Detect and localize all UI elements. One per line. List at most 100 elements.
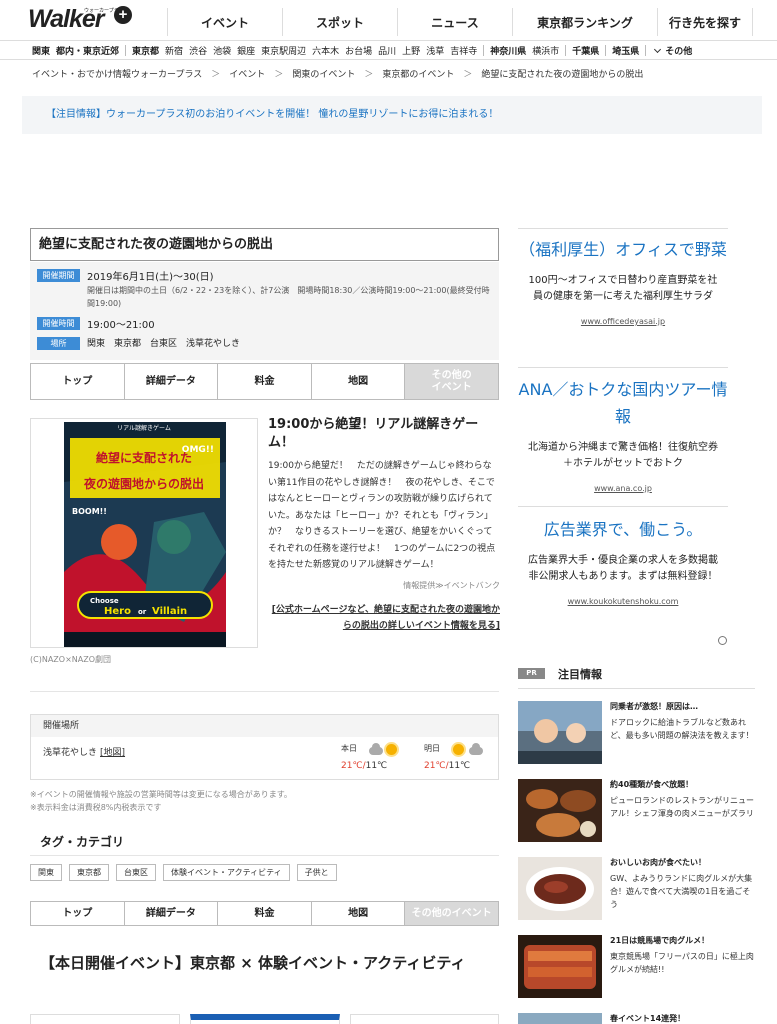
ad-title[interactable]: 広告業界で、働こう。	[518, 516, 728, 543]
ad-ana[interactable]: ANA／おトクな国内ツアー情報 北海道から沖縄まで驚き価格！往復航空券＋ホテルが…	[518, 376, 728, 493]
ad-url[interactable]: www.ana.co.jp	[518, 484, 728, 493]
ad-title[interactable]: （福利厚生）オフィスで野菜	[518, 236, 728, 263]
time-value: 19:00～21:00	[87, 320, 155, 331]
global-nav: イベント スポット ニュース 東京都ランキング 行き先を探す	[167, 8, 753, 36]
poster-villain: Villain	[152, 606, 187, 617]
ad-koukoku[interactable]: 広告業界で、働こう。 広告業界大手・優良企業の求人を多数掲載 非公開求人もありま…	[518, 516, 728, 606]
pickup-item-title[interactable]: おいしいお肉が食べたい！	[610, 857, 755, 868]
area-link[interactable]: 渋谷	[189, 44, 207, 57]
event-tabs-bottom: トップ 詳細データ 料金 地図 その他のイベント	[30, 901, 499, 926]
area-link[interactable]: 六本木	[312, 44, 339, 57]
tab-top[interactable]: トップ	[31, 902, 125, 925]
walker-plus-logo[interactable]: Walker ウォーカープラス +	[28, 4, 132, 34]
tab-map[interactable]: 地図	[312, 364, 406, 399]
ad-divider	[518, 367, 728, 368]
nav-spot[interactable]: スポット	[282, 8, 397, 36]
area-link[interactable]: 銀座	[237, 44, 255, 57]
pickup-item[interactable]: 約40種類が食べ放題！ ピューロランドのレストランがリニューアル！シェフ渾身の肉…	[518, 779, 755, 845]
pickup-item-desc: 東京競馬場「フリーパスの日」に極上肉グルメが続結!!	[610, 952, 754, 974]
nav-find-destination[interactable]: 行き先を探す	[657, 8, 753, 36]
area-link[interactable]: 池袋	[213, 44, 231, 57]
area-more-label: その他	[665, 46, 693, 57]
place-value[interactable]: 関東 東京都 台東区 浅草花やしき	[87, 336, 240, 349]
breadcrumb-item[interactable]: 関東のイベント	[292, 67, 355, 80]
ad-title[interactable]: ANA／おトクな国内ツアー情報	[518, 376, 728, 430]
tomorrow-label: 明日	[424, 744, 440, 753]
official-info-link[interactable]: [公式ホームページなど、絶望に支配された夜の遊園地からの脱出の詳しいイベント情報…	[268, 602, 500, 634]
thumbnail-grilled-meat[interactable]	[518, 935, 602, 998]
ad-body: 北海道から沖縄まで驚き価格！往復航空券＋ホテルがセットでおトク	[528, 442, 718, 469]
event-card[interactable]	[190, 1014, 340, 1024]
event-card[interactable]	[350, 1014, 499, 1024]
area-link[interactable]: 埼玉県	[612, 44, 639, 57]
tag-item[interactable]: 関東	[30, 864, 62, 881]
thumbnail-meat-buffet[interactable]	[518, 779, 602, 842]
today-temp: 21℃/11℃	[341, 761, 388, 771]
thumbnail-steak[interactable]	[518, 857, 602, 920]
tab-other-events[interactable]: その他のイベント	[405, 364, 498, 399]
info-source[interactable]: 情報提供≫イベントバンク	[268, 580, 500, 591]
area-link[interactable]: 新宿	[165, 44, 183, 57]
area-link[interactable]: 吉祥寺	[450, 44, 477, 57]
area-link[interactable]: 東京都	[132, 44, 159, 57]
note-tax: ※表示料金は消費税8%内税表示です	[30, 803, 162, 812]
tab-detail[interactable]: 詳細データ	[125, 364, 219, 399]
area-link[interactable]: 神奈川県	[490, 44, 526, 57]
ad-office-yasai[interactable]: （福利厚生）オフィスで野菜 100円〜オフィスで日替わり産直野菜を社員の健康を第…	[518, 236, 728, 326]
breadcrumb-item[interactable]: イベント・おでかけ情報ウォーカープラス	[32, 67, 202, 80]
logo-plus-icon: +	[114, 6, 132, 24]
divider	[518, 688, 755, 689]
notice-banner[interactable]: 【注目情報】ウォーカープラス初のお泊りイベントを開催！ 憧れの星野リゾートにお得…	[22, 96, 762, 134]
pickup-item-desc: ピューロランドのレストランがリニューアル！シェフ渾身の肉メニューがズラリ	[610, 796, 754, 818]
tag-item[interactable]: 台東区	[116, 864, 156, 881]
pickup-item-title[interactable]: 春イベント14連発！	[610, 1013, 755, 1024]
area-link[interactable]: 千葉県	[572, 44, 599, 57]
poster-omg: OMG!!	[182, 445, 214, 455]
nav-event[interactable]: イベント	[167, 8, 282, 36]
time-row: 開催時間 19:00～21:00	[37, 317, 497, 331]
tag-item[interactable]: 子供と	[296, 864, 337, 881]
ad-url[interactable]: www.koukokutenshoku.com	[518, 597, 728, 606]
area-more-button[interactable]: その他	[652, 44, 692, 57]
venue-map-link[interactable]: [地図]	[100, 748, 125, 758]
today-events-heading: 【本日開催イベント】東京都 × 体験イベント・アクティビティ	[40, 954, 466, 972]
pickup-item-title[interactable]: 21日は競馬場で肉グルメ！	[610, 935, 755, 946]
poster-hero: Hero	[104, 606, 131, 617]
tag-item[interactable]: 体験イベント・アクティビティ	[163, 864, 290, 881]
area-link[interactable]: 関東	[32, 44, 50, 57]
breadcrumb-item[interactable]: 東京都のイベント	[382, 67, 454, 80]
event-heading: 19:00から絶望！リアル謎解きゲーム！	[268, 417, 479, 450]
pickup-item[interactable]: おいしいお肉が食べたい！ GW、よみうりランドに肉グルメが大集合！遊んで食べて大…	[518, 857, 755, 923]
area-separator	[125, 44, 127, 56]
pickup-item[interactable]: 春イベント14連発！	[518, 1013, 755, 1024]
tab-other-events[interactable]: その他のイベント	[405, 902, 498, 925]
tab-map[interactable]: 地図	[312, 902, 406, 925]
ad-choices-icon[interactable]	[718, 636, 727, 645]
tab-detail[interactable]: 詳細データ	[125, 902, 219, 925]
area-link[interactable]: 横浜市	[532, 44, 559, 57]
area-link[interactable]: 都内・東京近郊	[56, 44, 119, 57]
tab-top[interactable]: トップ	[31, 364, 125, 399]
tab-price[interactable]: 料金	[218, 902, 312, 925]
area-bar: 関東 都内・東京近郊 東京都 新宿 渋谷 池袋 銀座 東京駅周辺 六本木 お台場 品川 上野 浅草 吉祥寺…	[0, 40, 777, 60]
breadcrumb-item[interactable]: イベント	[229, 67, 265, 80]
pickup-item[interactable]: 21日は競馬場で肉グルメ！ 東京競馬場「フリーパスの日」に極上肉グルメが続結!!	[518, 935, 755, 1001]
thumbnail-car[interactable]	[518, 701, 602, 764]
tab-price[interactable]: 料金	[218, 364, 312, 399]
event-poster[interactable]: リアル謎解きゲーム 絶望に支配された 夜の遊園地からの脱出 OMG!! BOOM…	[30, 418, 258, 648]
ad-url[interactable]: www.officedeyasai.jp	[518, 317, 728, 326]
area-link[interactable]: 品川	[378, 44, 396, 57]
tag-item[interactable]: 東京都	[69, 864, 109, 881]
area-link[interactable]: 浅草	[426, 44, 444, 57]
pickup-item[interactable]: 同乗者が激怒！原因は… ドアロックに給油トラブルなど数あれど、最も多い問題の解決…	[518, 701, 755, 767]
nav-tokyo-ranking[interactable]: 東京都ランキング	[512, 8, 657, 36]
pickup-item-title[interactable]: 約40種類が食べ放題！	[610, 779, 755, 790]
area-link[interactable]: 東京駅周辺	[261, 44, 306, 57]
pickup-header: PR 注目情報	[518, 666, 755, 681]
thumbnail-spring-event[interactable]	[518, 1013, 602, 1024]
event-card[interactable]	[30, 1014, 180, 1024]
area-link[interactable]: お台場	[345, 44, 372, 57]
area-link[interactable]: 上野	[402, 44, 420, 57]
nav-news[interactable]: ニュース	[397, 8, 512, 36]
pickup-item-title[interactable]: 同乗者が激怒！原因は…	[610, 701, 755, 712]
